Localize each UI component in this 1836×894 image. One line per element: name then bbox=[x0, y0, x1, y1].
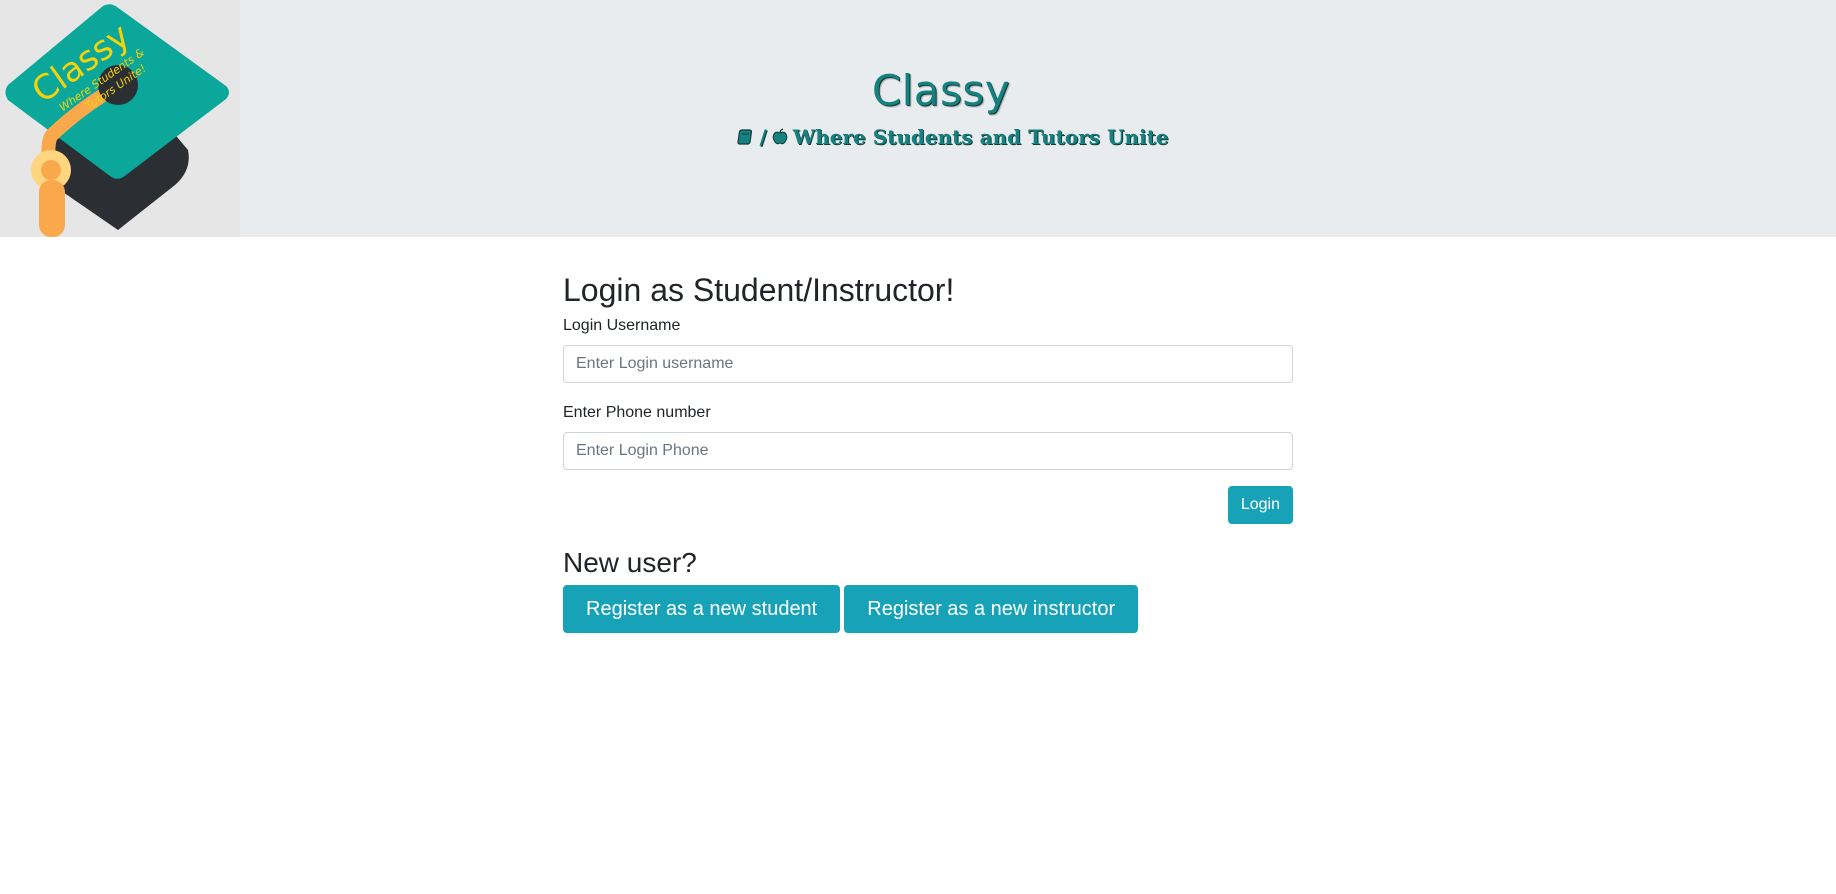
subtitle-separator: / bbox=[759, 125, 767, 149]
site-subtitle: / Where Students and Tutors Unite bbox=[737, 125, 1169, 149]
register-actions: Register as a new student Register as a … bbox=[563, 585, 1293, 633]
new-user-heading: New user? bbox=[563, 547, 697, 578]
register-student-button[interactable]: Register as a new student bbox=[563, 585, 841, 633]
login-button[interactable]: Login bbox=[1227, 486, 1293, 524]
login-section: Login as Student/Instructor! Login Usern… bbox=[563, 270, 1293, 633]
login-heading: Login as Student/Instructor! bbox=[563, 272, 955, 308]
username-label: Login Username bbox=[563, 317, 681, 334]
apple-icon bbox=[772, 128, 788, 145]
login-actions: Login bbox=[563, 486, 1293, 524]
username-input[interactable] bbox=[563, 345, 1293, 383]
subtitle-text: Where Students and Tutors Unite bbox=[792, 125, 1169, 149]
phone-input[interactable] bbox=[563, 432, 1293, 470]
register-instructor-button[interactable]: Register as a new instructor bbox=[844, 585, 1139, 633]
book-icon bbox=[737, 129, 753, 145]
site-title: Classy bbox=[871, 66, 1011, 115]
phone-label: Enter Phone number bbox=[563, 404, 711, 421]
brand-block: Classy / Where Students and Tutors Unite bbox=[0, 66, 1836, 151]
site-header: Classy Where Students & Tutors Unite! Cl… bbox=[0, 0, 1836, 237]
